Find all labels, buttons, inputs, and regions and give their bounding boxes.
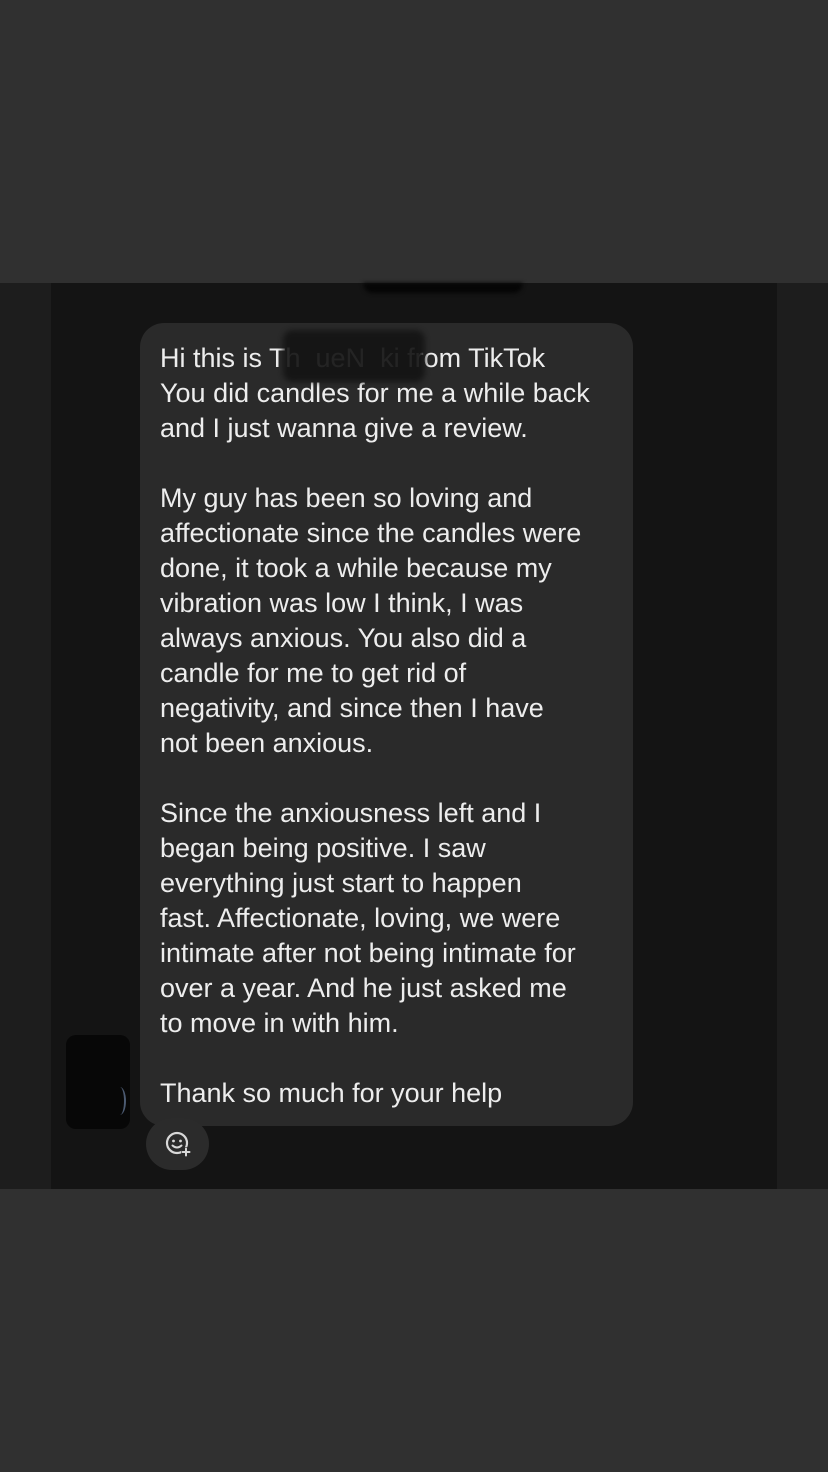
- message-line: vibration was low I think, I was: [160, 588, 524, 618]
- add-reaction-icon: [165, 1131, 191, 1157]
- conversation-view: Hi this is Th ueN ki from TikTok You did…: [51, 283, 777, 1189]
- message-line: and I just wanna give a review.: [160, 413, 528, 443]
- avatar-highlight: [114, 1087, 126, 1115]
- name-redaction: [283, 330, 425, 382]
- message-line: My guy has been so loving and: [160, 483, 533, 513]
- right-edge: [777, 283, 828, 1189]
- message-line: fast. Affectionate, loving, we were: [160, 903, 561, 933]
- message-line: [160, 1041, 619, 1076]
- message-line: Since the anxiousness left and I: [160, 798, 542, 828]
- top-letterbox: [0, 0, 828, 283]
- message-line: done, it took a while because my: [160, 553, 552, 583]
- add-reaction-button[interactable]: [146, 1118, 209, 1170]
- message-line: Thank so much for your help: [160, 1078, 503, 1108]
- bottom-letterbox: [0, 1189, 828, 1472]
- sender-avatar[interactable]: [66, 1035, 130, 1129]
- received-message-bubble[interactable]: Hi this is Th ueN ki from TikTok You did…: [140, 323, 633, 1126]
- message-line: [160, 446, 619, 481]
- message-line: [160, 761, 619, 796]
- message-line: affectionate since the candles were: [160, 518, 582, 548]
- message-line: intimate after not being intimate for: [160, 938, 576, 968]
- message-line: not been anxious.: [160, 728, 374, 758]
- message-line: to move in with him.: [160, 1008, 399, 1038]
- chat-screenshot: Hi this is Th ueN ki from TikTok You did…: [0, 283, 828, 1189]
- message-line: always anxious. You also did a: [160, 623, 527, 653]
- message-line: negativity, and since then I have: [160, 693, 544, 723]
- redaction-mark: [363, 283, 523, 293]
- message-line: over a year. And he just asked me: [160, 973, 567, 1003]
- left-edge: [0, 283, 51, 1189]
- message-line: candle for me to get rid of: [160, 658, 467, 688]
- message-line: everything just start to happen: [160, 868, 522, 898]
- message-line: began being positive. I saw: [160, 833, 486, 863]
